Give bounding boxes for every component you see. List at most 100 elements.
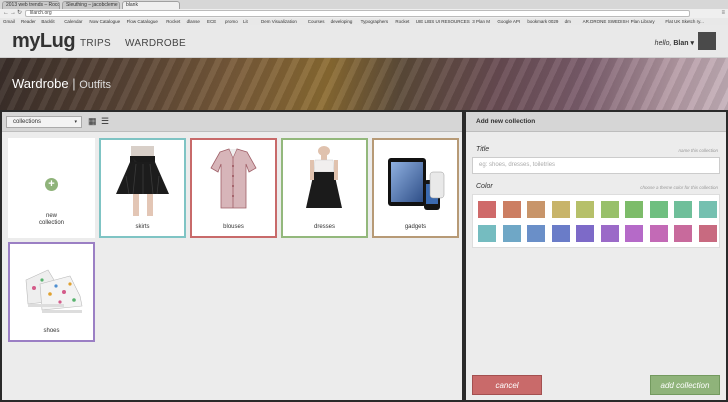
collection-card-skirts[interactable]: skirts (99, 138, 186, 238)
new-collection-label: new collection (38, 213, 64, 226)
collection-label: shoes (43, 328, 60, 334)
bookmark-item[interactable]: Gmail (3, 18, 15, 25)
title-label: Title (476, 146, 490, 153)
color-swatch[interactable] (527, 201, 545, 218)
bookmark-item[interactable]: Dem Visualization (261, 18, 297, 25)
bookmark-item[interactable]: 3 Plan M (472, 18, 490, 25)
collection-label: dresses (313, 224, 335, 230)
shoes-image (25, 269, 83, 313)
bookmark-item[interactable]: promo (225, 18, 238, 25)
color-swatch[interactable] (502, 201, 521, 218)
bookmark-item[interactable]: Flat UK Sketch ry... (665, 18, 703, 25)
back-icon[interactable]: ← (3, 10, 9, 17)
cancel-button[interactable]: cancel (472, 375, 542, 395)
color-swatch[interactable] (478, 201, 496, 218)
browser-tab-active[interactable]: blank (122, 1, 180, 9)
color-swatch[interactable] (674, 201, 692, 218)
add-collection-button[interactable]: add collection (650, 375, 720, 395)
greeting: hello, (654, 40, 672, 47)
address-bar[interactable]: lilarch.org (25, 10, 690, 17)
bookmark-item[interactable]: developing (331, 18, 353, 25)
collection-label: blouses (223, 224, 244, 230)
color-label: Color (476, 183, 493, 190)
collection-card-dresses[interactable]: dresses (281, 138, 368, 238)
nav-wardrobe[interactable]: WARDROBE (125, 38, 186, 49)
bookmark-item[interactable]: Typographers (361, 18, 389, 25)
chevron-down-icon: ▾ (74, 119, 77, 125)
panel-title: Add new collection (476, 118, 536, 125)
collection-card-gadgets[interactable]: gadgets (372, 138, 459, 238)
new-collection-card[interactable]: + new collection (8, 138, 95, 238)
color-swatch[interactable] (625, 225, 643, 242)
color-swatch[interactable] (478, 225, 496, 242)
bookmark-item[interactable]: Rocket (166, 18, 180, 25)
color-swatch[interactable] (649, 201, 668, 218)
bookmark-item[interactable]: Rocket (395, 18, 409, 25)
browser-chrome: 2013 web trends – Rocc Sleuthing – jacob… (0, 0, 728, 25)
color-swatch[interactable] (576, 225, 594, 242)
bookmark-item[interactable]: bookmark 0029 (527, 18, 558, 25)
nav-trips[interactable]: TRIPS (80, 38, 111, 49)
color-swatch[interactable] (551, 201, 570, 218)
color-swatch[interactable] (698, 225, 717, 242)
bookmark-item[interactable]: Courses (308, 18, 325, 25)
page-subtitle: Outfits (79, 79, 112, 91)
gadgets-image (388, 158, 445, 210)
collection-label: gadgets (404, 224, 427, 230)
blouse-image (210, 148, 257, 209)
avatar[interactable] (698, 32, 716, 50)
new-collection-panel: Add new collection Title name this colle… (466, 112, 726, 400)
forward-icon[interactable]: → (10, 10, 16, 17)
browser-tab[interactable]: Sleuthing – jacobcleme (62, 1, 120, 9)
color-swatch[interactable] (600, 225, 619, 242)
color-swatch[interactable] (600, 201, 619, 218)
page-title: Wardrobe | Outfits (12, 76, 112, 91)
logo[interactable]: myLug (12, 30, 76, 53)
user-menu[interactable]: hello, Blan ▾ (655, 39, 694, 47)
color-swatch[interactable] (698, 201, 717, 218)
bookmark-item[interactable]: AR.DRONE (583, 18, 607, 25)
bookmark-item[interactable]: Backlit (41, 18, 54, 25)
collection-card-blouses[interactable]: blouses (190, 138, 277, 238)
bookmark-item[interactable]: ECE (207, 18, 216, 25)
bookmark-item[interactable]: dlanse (187, 18, 200, 25)
bookmark-item[interactable]: Lit (243, 18, 248, 25)
dress-image (306, 146, 342, 208)
color-picker (472, 194, 720, 248)
collections-toolbar: collections ▾ ▦ ☰ (2, 112, 462, 132)
color-swatch[interactable] (576, 201, 594, 218)
list-view-icon[interactable]: ☰ (101, 117, 109, 126)
collection-card-shoes[interactable]: shoes (8, 242, 95, 342)
bookmark-item[interactable]: dm (565, 18, 571, 25)
panel-header: Add new collection (466, 112, 726, 132)
bookmark-item[interactable]: Plan Library (631, 18, 655, 25)
color-swatch[interactable] (625, 201, 643, 218)
color-swatch[interactable] (551, 225, 570, 242)
grid-view-icon[interactable]: ▦ (88, 117, 97, 126)
bookmarks-bar: Gmail Reader Backlit Calendar Now Catalogue F… (0, 18, 728, 25)
address-row: ← → ↻ lilarch.org ≡ (0, 9, 728, 18)
collections-panel: collections ▾ ▦ ☰ + new collection skirt… (2, 112, 462, 400)
reload-icon[interactable]: ↻ (17, 10, 22, 17)
color-swatch[interactable] (502, 225, 521, 242)
color-swatch[interactable] (674, 225, 692, 242)
bookmark-item[interactable]: Now Catalogue (89, 18, 120, 25)
bookmark-item[interactable]: SWEDISH (608, 18, 629, 25)
bookmark-item[interactable]: Reader (21, 18, 36, 25)
color-hint: choose a theme color for this collection (640, 185, 718, 190)
plus-icon: + (45, 178, 58, 191)
app-header: myLug TRIPS WARDROBE hello, Blan ▾ (0, 25, 728, 58)
collections-select[interactable]: collections ▾ (6, 116, 82, 128)
bookmark-item[interactable]: Calendar (64, 18, 82, 25)
color-swatch[interactable] (527, 225, 545, 242)
bookmark-item[interactable]: Google API (497, 18, 520, 25)
page-banner: Wardrobe | Outfits (0, 58, 728, 110)
bookmark-item[interactable]: UIE LIBS UI RESOURCES (416, 18, 470, 25)
username: Blan ▾ (673, 40, 694, 47)
browser-menu-icon[interactable]: ≡ (721, 10, 725, 16)
browser-tab[interactable]: 2013 web trends – Rocc (2, 1, 60, 9)
collection-label: skirts (135, 224, 150, 230)
color-swatch[interactable] (649, 225, 668, 242)
title-input[interactable]: eg: shoes, dresses, toiletries (472, 157, 720, 174)
bookmark-item[interactable]: Flow Catalogue (127, 18, 158, 25)
